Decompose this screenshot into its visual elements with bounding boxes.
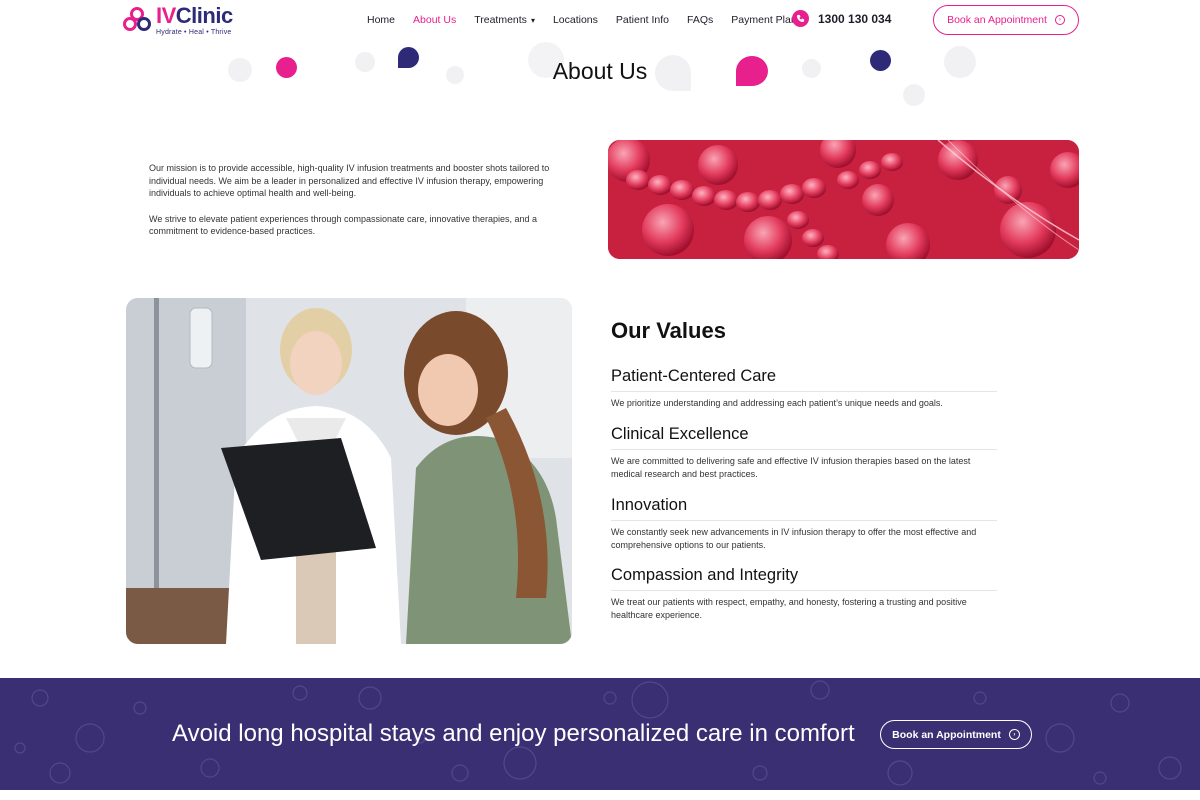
value-innovation: Innovation We constantly seek new advanc… — [611, 496, 997, 551]
mission-text: Our mission is to provide accessible, hi… — [149, 162, 569, 251]
value-heading: Innovation — [611, 496, 997, 521]
dna-hero-image — [608, 140, 1079, 259]
nav-patient-info[interactable]: Patient Info — [616, 14, 669, 26]
banner-book-appointment-button[interactable]: Book an Appointment › — [880, 720, 1032, 749]
value-text: We prioritize understanding and addressi… — [611, 398, 943, 408]
logo-icon — [122, 5, 152, 33]
cta-banner: Avoid long hospital stays and enjoy pers… — [0, 678, 1200, 790]
value-text: We constantly seek new advancements in I… — [611, 527, 977, 550]
logo-tagline: Hydrate • Heal • Thrive — [156, 29, 232, 36]
chevron-down-icon: ▾ — [530, 15, 535, 25]
logo-clinic: Clinic — [175, 3, 233, 28]
phone-number: 1300 130 034 — [818, 11, 892, 26]
mission-paragraph-1: Our mission is to provide accessible, hi… — [149, 163, 550, 198]
logo-iv: IV — [156, 3, 176, 28]
main-nav: Home About Us Treatments ▾ Locations Pati… — [367, 0, 820, 40]
value-patient-centered: Patient-Centered Care We prioritize unde… — [611, 367, 997, 410]
value-heading: Clinical Excellence — [611, 425, 997, 450]
nav-about-us[interactable]: About Us — [413, 14, 456, 26]
nav-faqs-label: FAQs — [687, 14, 714, 26]
banner-headline: Avoid long hospital stays and enjoy pers… — [172, 720, 855, 747]
nav-treatments-label: Treatments — [474, 14, 527, 26]
nav-treatments[interactable]: Treatments ▾ — [474, 14, 535, 26]
phone-icon — [792, 10, 809, 27]
arrow-circle-icon: › — [1008, 729, 1020, 740]
page-title: About Us — [552, 58, 648, 84]
value-heading: Compassion and Integrity — [611, 566, 997, 591]
value-text: We treat our patients with respect, empa… — [611, 597, 967, 620]
nav-home-label: Home — [367, 14, 396, 26]
nav-home[interactable]: Home — [367, 14, 395, 26]
mission-paragraph-2: We strive to elevate patient experiences… — [149, 213, 538, 237]
book-appointment-button[interactable]: Book an Appointment › — [933, 5, 1079, 35]
doctor-patient-photo — [126, 298, 572, 644]
phone-link[interactable]: 1300 130 034 — [792, 10, 891, 27]
banner-book-label: Book an Appointment — [892, 728, 1001, 741]
nav-patient-info-label: Patient Info — [615, 14, 670, 26]
book-appointment-label: Book an Appointment — [947, 14, 1047, 26]
value-compassion-integrity: Compassion and Integrity We treat our pa… — [611, 566, 997, 621]
values-title: Our Values — [611, 318, 726, 343]
nav-locations[interactable]: Locations — [553, 14, 598, 26]
nav-locations-label: Locations — [552, 14, 598, 26]
site-header: IVClinic Hydrate • Heal • Thrive Home Ab… — [0, 0, 1200, 40]
value-clinical-excellence: Clinical Excellence We are committed to … — [611, 425, 997, 480]
nav-about-us-label: About Us — [413, 14, 457, 26]
value-heading: Patient-Centered Care — [611, 367, 997, 392]
arrow-circle-icon: › — [1054, 15, 1065, 25]
logo[interactable]: IVClinic Hydrate • Heal • Thrive — [122, 5, 233, 37]
value-text: We are committed to delivering safe and … — [611, 456, 971, 479]
nav-faqs[interactable]: FAQs — [687, 14, 713, 26]
